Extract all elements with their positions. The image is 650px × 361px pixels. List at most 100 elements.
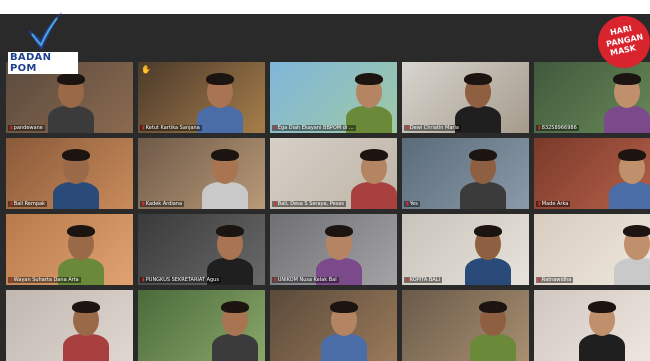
participant-hair <box>474 225 502 237</box>
participant-figure <box>349 138 397 209</box>
participant-body <box>351 182 397 209</box>
participant-hair <box>618 149 646 161</box>
participant-name: Wayan Suharta Dana Arta <box>13 277 79 283</box>
participant-figure <box>200 138 250 209</box>
video-tile[interactable] <box>534 290 650 361</box>
participant-body <box>212 334 258 361</box>
participant-hair <box>57 73 85 85</box>
muted-mic-icon: ▮ <box>406 277 409 283</box>
video-tile[interactable]: ▮KOPITA BALI <box>402 214 529 285</box>
video-tile[interactable]: ✋ ▮Ketut Kartika Sanjana <box>138 62 265 133</box>
video-tile[interactable]: ▮Made Arka <box>534 138 650 209</box>
video-tile[interactable]: ▮83258966986 <box>534 62 650 133</box>
participant-name-label: ▮KOPITA BALI <box>404 277 442 283</box>
top-strip <box>0 0 650 14</box>
badan-pom-logo: BADAN POM <box>6 10 78 74</box>
participant-name-label: ▮Made Arka <box>536 201 571 207</box>
participant-figure <box>602 62 650 133</box>
participant-name-label: ▮Ketut Kartika Sanjana <box>140 125 202 131</box>
participant-name-label: ▮pandewane <box>8 125 45 131</box>
muted-mic-icon: ▮ <box>10 125 13 131</box>
video-tile[interactable]: ▮Ratnawidha <box>534 214 650 285</box>
participant-name: Dewi Chriatin Maria <box>409 125 459 131</box>
video-tile[interactable]: ▮UNIKOM Nusa Kelak Bal <box>270 214 397 285</box>
participant-name-label: ▮Bali Rempak <box>8 201 47 207</box>
participant-figure <box>577 290 627 361</box>
video-tile[interactable]: ▮Kadek Ardiana <box>138 138 265 209</box>
participant-name: Ketut Kartika Sanjana <box>145 125 200 131</box>
participant-figure <box>314 214 364 285</box>
participant-hair <box>216 225 244 237</box>
video-grid: ✋▮pandewane✋▮Ketut Kartika Sanjana▮Ega D… <box>6 62 650 361</box>
participant-hair <box>479 301 507 313</box>
participant-figure <box>51 138 101 209</box>
participant-body <box>321 334 367 361</box>
participant-hair <box>469 149 497 161</box>
participant-figure <box>612 214 650 285</box>
participant-body <box>465 258 511 285</box>
participant-body <box>63 334 109 361</box>
participant-body <box>460 182 506 209</box>
video-tile[interactable]: ▮Yes <box>402 138 529 209</box>
participant-name-label: ▮UNIKOM Nusa Kelak Bal <box>272 277 339 283</box>
muted-mic-icon: ▮ <box>274 277 277 283</box>
logo-text: BADAN POM <box>8 52 78 74</box>
participant-body <box>48 106 94 133</box>
video-tile[interactable] <box>402 290 529 361</box>
participant-hair <box>211 149 239 161</box>
video-tile[interactable]: ▮Ega Diah Ekayani BBPOM di ... <box>270 62 397 133</box>
participant-figure <box>344 62 394 133</box>
participant-name: Ega Diah Ekayani BBPOM di ... <box>277 125 354 131</box>
participant-name-label: ▮83258966986 <box>536 125 579 131</box>
participant-name: KOPITA BALI <box>409 277 440 283</box>
video-tile[interactable]: ▮Dewi Chriatin Maria <box>402 62 529 133</box>
participant-hair <box>330 301 358 313</box>
participant-name: PUNGKUS SEKRETARIAT Agus <box>145 277 219 283</box>
video-tile[interactable]: ▮Wayan Suharta Dana Arta <box>6 214 133 285</box>
video-tile[interactable]: ▮PUNGKUS SEKRETARIAT Agus <box>138 214 265 285</box>
video-tile[interactable] <box>138 290 265 361</box>
muted-mic-icon: ▮ <box>538 201 541 207</box>
muted-mic-icon: ▮ <box>10 277 13 283</box>
checkmark-logo-icon <box>28 12 62 50</box>
participant-figure <box>195 62 245 133</box>
participant-body <box>202 182 248 209</box>
participant-name-label: ▮Ratnawidha <box>536 277 574 283</box>
participant-body <box>604 106 650 133</box>
participant-figure <box>468 290 518 361</box>
participant-hair <box>613 73 641 85</box>
participant-figure <box>56 214 106 285</box>
participant-hair <box>355 73 383 85</box>
muted-mic-icon: ▮ <box>406 125 409 131</box>
participant-body <box>614 258 650 285</box>
participant-body <box>470 334 516 361</box>
participant-hair <box>206 73 234 85</box>
video-tile[interactable]: ▮Bali Rempak <box>6 138 133 209</box>
participant-name: pandewane <box>13 125 43 131</box>
muted-mic-icon: ▮ <box>142 277 145 283</box>
video-tile[interactable]: ▮Bali, Desa S Seraya, Pesas <box>270 138 397 209</box>
participant-hair <box>325 225 353 237</box>
participant-hair <box>72 301 100 313</box>
raised-hand-icon: ✋ <box>141 65 151 74</box>
participant-name-label: ▮PUNGKUS SEKRETARIAT Agus <box>140 277 221 283</box>
participant-name: Ratnawidha <box>541 277 572 283</box>
participant-hair <box>62 149 90 161</box>
muted-mic-icon: ▮ <box>538 125 541 131</box>
participant-name-label: ▮Yes <box>404 201 420 207</box>
muted-mic-icon: ▮ <box>274 201 277 207</box>
participant-hair <box>623 225 650 237</box>
participant-body <box>455 106 501 133</box>
participant-figure <box>458 138 508 209</box>
participant-figure <box>453 62 503 133</box>
participant-name-label: ▮Bali, Desa S Seraya, Pesas <box>272 201 346 207</box>
muted-mic-icon: ▮ <box>274 125 277 131</box>
participant-hair <box>67 225 95 237</box>
participant-name-label: ▮Dewi Chriatin Maria <box>404 125 461 131</box>
participant-name-label: ▮Ega Diah Ekayani BBPOM di ... <box>272 125 356 131</box>
video-tile[interactable] <box>270 290 397 361</box>
muted-mic-icon: ▮ <box>142 125 145 131</box>
video-tile[interactable] <box>6 290 133 361</box>
participant-name: Kadek Ardiana <box>145 201 183 207</box>
muted-mic-icon: ▮ <box>10 201 13 207</box>
